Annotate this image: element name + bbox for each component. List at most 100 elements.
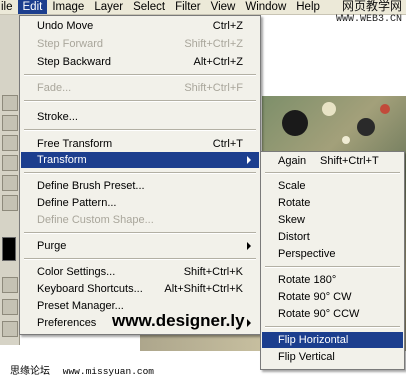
menu-item-define-shape[interactable]: Define Custom Shape...	[21, 212, 259, 228]
menu-item-label: Transform	[37, 154, 87, 166]
submenu-item-rotate-90-ccw[interactable]: Rotate 90° CCW	[262, 306, 403, 322]
menu-item-label: Stroke...	[37, 111, 78, 123]
menu-item-purge[interactable]: Purge	[21, 238, 259, 254]
menu-filter[interactable]: Filter	[170, 0, 206, 14]
submenu-item-scale[interactable]: Scale	[262, 178, 403, 194]
menu-select[interactable]: Select	[128, 0, 170, 14]
menu-item-label: Preferences	[37, 317, 97, 329]
menu-item-label: Free Transform	[37, 138, 113, 150]
submenu-item-flip-horizontal[interactable]: Flip Horizontal	[262, 332, 403, 348]
canvas-decoration	[322, 102, 336, 116]
menu-item-define-brush[interactable]: Define Brush Preset...	[21, 178, 259, 194]
submenu-arrow-icon	[247, 242, 251, 250]
menu-separator	[24, 232, 256, 234]
screen-mode-icon[interactable]	[2, 299, 18, 315]
menu-item-shortcut: Alt+Ctrl+Z	[193, 56, 243, 68]
footer-watermark: 思缘论坛 www.missyuan.com	[0, 364, 154, 379]
menu-item-define-pattern[interactable]: Define Pattern...	[21, 195, 259, 211]
submenu-item-rotate[interactable]: Rotate	[262, 195, 403, 211]
site-watermark-url: WWW.WEB3.CN	[335, 14, 402, 25]
menu-item-shortcut: Ctrl+T	[212, 138, 243, 150]
menu-item-stroke[interactable]: Stroke...	[21, 109, 259, 125]
canvas-decoration	[380, 104, 390, 114]
menu-item-shortcut: Alt+Shift+Ctrl+K	[164, 283, 243, 295]
menu-item-label: Step Backward	[37, 56, 111, 68]
canvas-decoration	[282, 110, 308, 136]
jump-icon[interactable]	[2, 321, 18, 337]
mode-icon[interactable]	[2, 277, 18, 293]
tool-icon[interactable]	[2, 95, 18, 111]
menu-item-shortcut: Ctrl+Z	[212, 20, 243, 32]
menu-separator	[265, 266, 400, 268]
menu-item-label: Distort	[278, 231, 310, 243]
menu-item-transform[interactable]: Transform	[21, 152, 259, 168]
menu-item-label: Undo Move	[37, 20, 94, 32]
menu-image[interactable]: Image	[47, 0, 89, 14]
menu-separator	[24, 258, 256, 260]
footer-watermark-left: 思缘论坛	[10, 366, 50, 377]
submenu-item-distort[interactable]: Distort	[262, 229, 403, 245]
tool-icon[interactable]	[2, 175, 18, 191]
submenu-arrow-icon	[247, 319, 251, 327]
toolbox	[0, 15, 20, 345]
menu-item-label: Skew	[278, 214, 305, 226]
submenu-item-flip-vertical[interactable]: Flip Vertical	[262, 349, 403, 365]
submenu-item-again[interactable]: Again Shift+Ctrl+T	[262, 153, 403, 169]
menu-separator	[24, 74, 256, 76]
menu-file[interactable]: ile	[0, 0, 18, 14]
menu-item-color-settings[interactable]: Color Settings... Shift+Ctrl+K	[21, 264, 259, 280]
menu-item-label: Flip Vertical	[278, 351, 335, 363]
menu-separator	[265, 326, 400, 328]
menu-item-label: Purge	[37, 240, 67, 252]
menu-separator	[24, 100, 256, 102]
menu-item-label: Rotate 180°	[278, 274, 337, 286]
menu-window[interactable]: Window	[240, 0, 291, 14]
menu-item-label: Define Custom Shape...	[37, 214, 154, 226]
menu-item-shortcut: Shift+Ctrl+T	[320, 155, 379, 167]
menu-item-label: Rotate	[278, 197, 311, 209]
menu-item-label: Preset Manager...	[37, 300, 124, 312]
menu-item-label: Color Settings...	[37, 266, 116, 278]
menu-item-label: Flip Horizontal	[278, 334, 349, 346]
site-watermark-title: 网页教学网	[341, 0, 402, 13]
menu-view[interactable]: View	[206, 0, 241, 14]
menu-item-undo[interactable]: Undo Move Ctrl+Z	[21, 18, 259, 34]
menu-item-free-transform[interactable]: Free Transform Ctrl+T	[21, 136, 259, 152]
menu-layer[interactable]: Layer	[89, 0, 128, 14]
tool-icon[interactable]	[2, 155, 18, 171]
menu-separator	[265, 172, 400, 174]
menu-item-fade[interactable]: Fade... Shift+Ctrl+F	[21, 80, 259, 96]
menu-help[interactable]: Help	[291, 0, 325, 14]
menu-item-step-forward[interactable]: Step Forward Shift+Ctrl+Z	[21, 36, 259, 52]
submenu-item-rotate-90-cw[interactable]: Rotate 90° CW	[262, 289, 403, 305]
canvas-decoration	[342, 136, 350, 144]
color-swatch[interactable]	[2, 237, 16, 261]
menu-separator	[24, 129, 256, 131]
designer-watermark: www.designer.ly	[112, 311, 245, 330]
menu-item-label: Scale	[278, 180, 306, 192]
canvas-decoration	[357, 118, 375, 136]
menu-item-shortcut: Shift+Ctrl+K	[183, 266, 243, 278]
menu-edit[interactable]: Edit	[17, 0, 48, 14]
menu-item-label: Define Pattern...	[37, 197, 117, 209]
menu-item-keyboard-shortcuts[interactable]: Keyboard Shortcuts... Alt+Shift+Ctrl+K	[21, 281, 259, 297]
footer-watermark-right: www.missyuan.com	[62, 366, 154, 377]
submenu-item-rotate-180[interactable]: Rotate 180°	[262, 272, 403, 288]
menu-item-label: Define Brush Preset...	[37, 180, 145, 192]
menu-item-shortcut: Shift+Ctrl+Z	[184, 38, 243, 50]
tool-icon[interactable]	[2, 135, 18, 151]
site-watermark: 网页教学网 WWW.WEB3.CN	[336, 0, 402, 26]
menu-item-label: Perspective	[278, 248, 336, 260]
type-tool-icon[interactable]	[2, 115, 18, 131]
menu-item-step-backward[interactable]: Step Backward Alt+Ctrl+Z	[21, 54, 259, 70]
menu-separator	[24, 172, 256, 174]
tool-icon[interactable]	[2, 195, 18, 211]
menu-item-shortcut: Shift+Ctrl+F	[184, 82, 243, 94]
menu-item-label: Rotate 90° CCW	[278, 308, 360, 320]
submenu-item-skew[interactable]: Skew	[262, 212, 403, 228]
edit-menu: Undo Move Ctrl+Z Step Forward Shift+Ctrl…	[19, 15, 261, 335]
menu-item-label: Keyboard Shortcuts...	[37, 283, 143, 295]
menu-item-label: Step Forward	[37, 38, 104, 50]
submenu-item-perspective[interactable]: Perspective	[262, 246, 403, 262]
menu-item-label: Again	[278, 155, 307, 167]
